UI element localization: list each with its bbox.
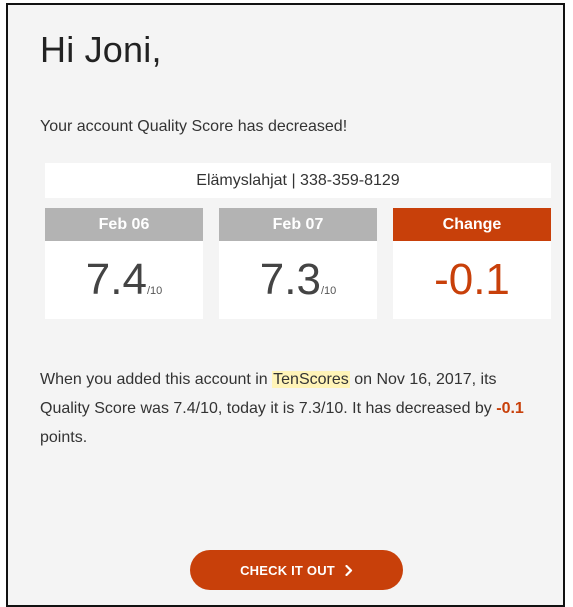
prev-score-scale: /10 <box>146 285 163 297</box>
intro-text: Your account Quality Score has decreased… <box>40 118 348 135</box>
brand-highlight: TenScores <box>272 371 350 388</box>
description-part3: points. <box>40 429 88 446</box>
curr-score-cell: 7.3/10 <box>219 241 377 319</box>
delta-value: -0.1 <box>496 400 524 417</box>
change-value: -0.1 <box>434 255 510 304</box>
email-card: Hi Joni, Your account Quality Score has … <box>6 3 565 607</box>
prev-score: 7.4 <box>85 255 147 304</box>
curr-date-header: Feb 07 <box>219 208 377 241</box>
account-bar: Elämyslahjat | 338-359-8129 <box>45 163 551 198</box>
cta-label: CHECK IT OUT <box>240 562 335 578</box>
description-part1: When you added this account in <box>40 371 273 388</box>
greeting: Hi Joni, <box>40 29 162 70</box>
change-cell: -0.1 <box>393 241 551 319</box>
curr-score-scale: /10 <box>320 285 337 297</box>
prev-date-header: Feb 06 <box>45 208 203 241</box>
description: When you added this account in TenScores… <box>40 365 540 452</box>
chevron-right-icon <box>345 564 353 576</box>
check-it-out-button[interactable]: CHECK IT OUT <box>190 550 403 590</box>
prev-score-cell: 7.4/10 <box>45 241 203 319</box>
change-header: Change <box>393 208 551 241</box>
curr-score: 7.3 <box>259 255 321 304</box>
